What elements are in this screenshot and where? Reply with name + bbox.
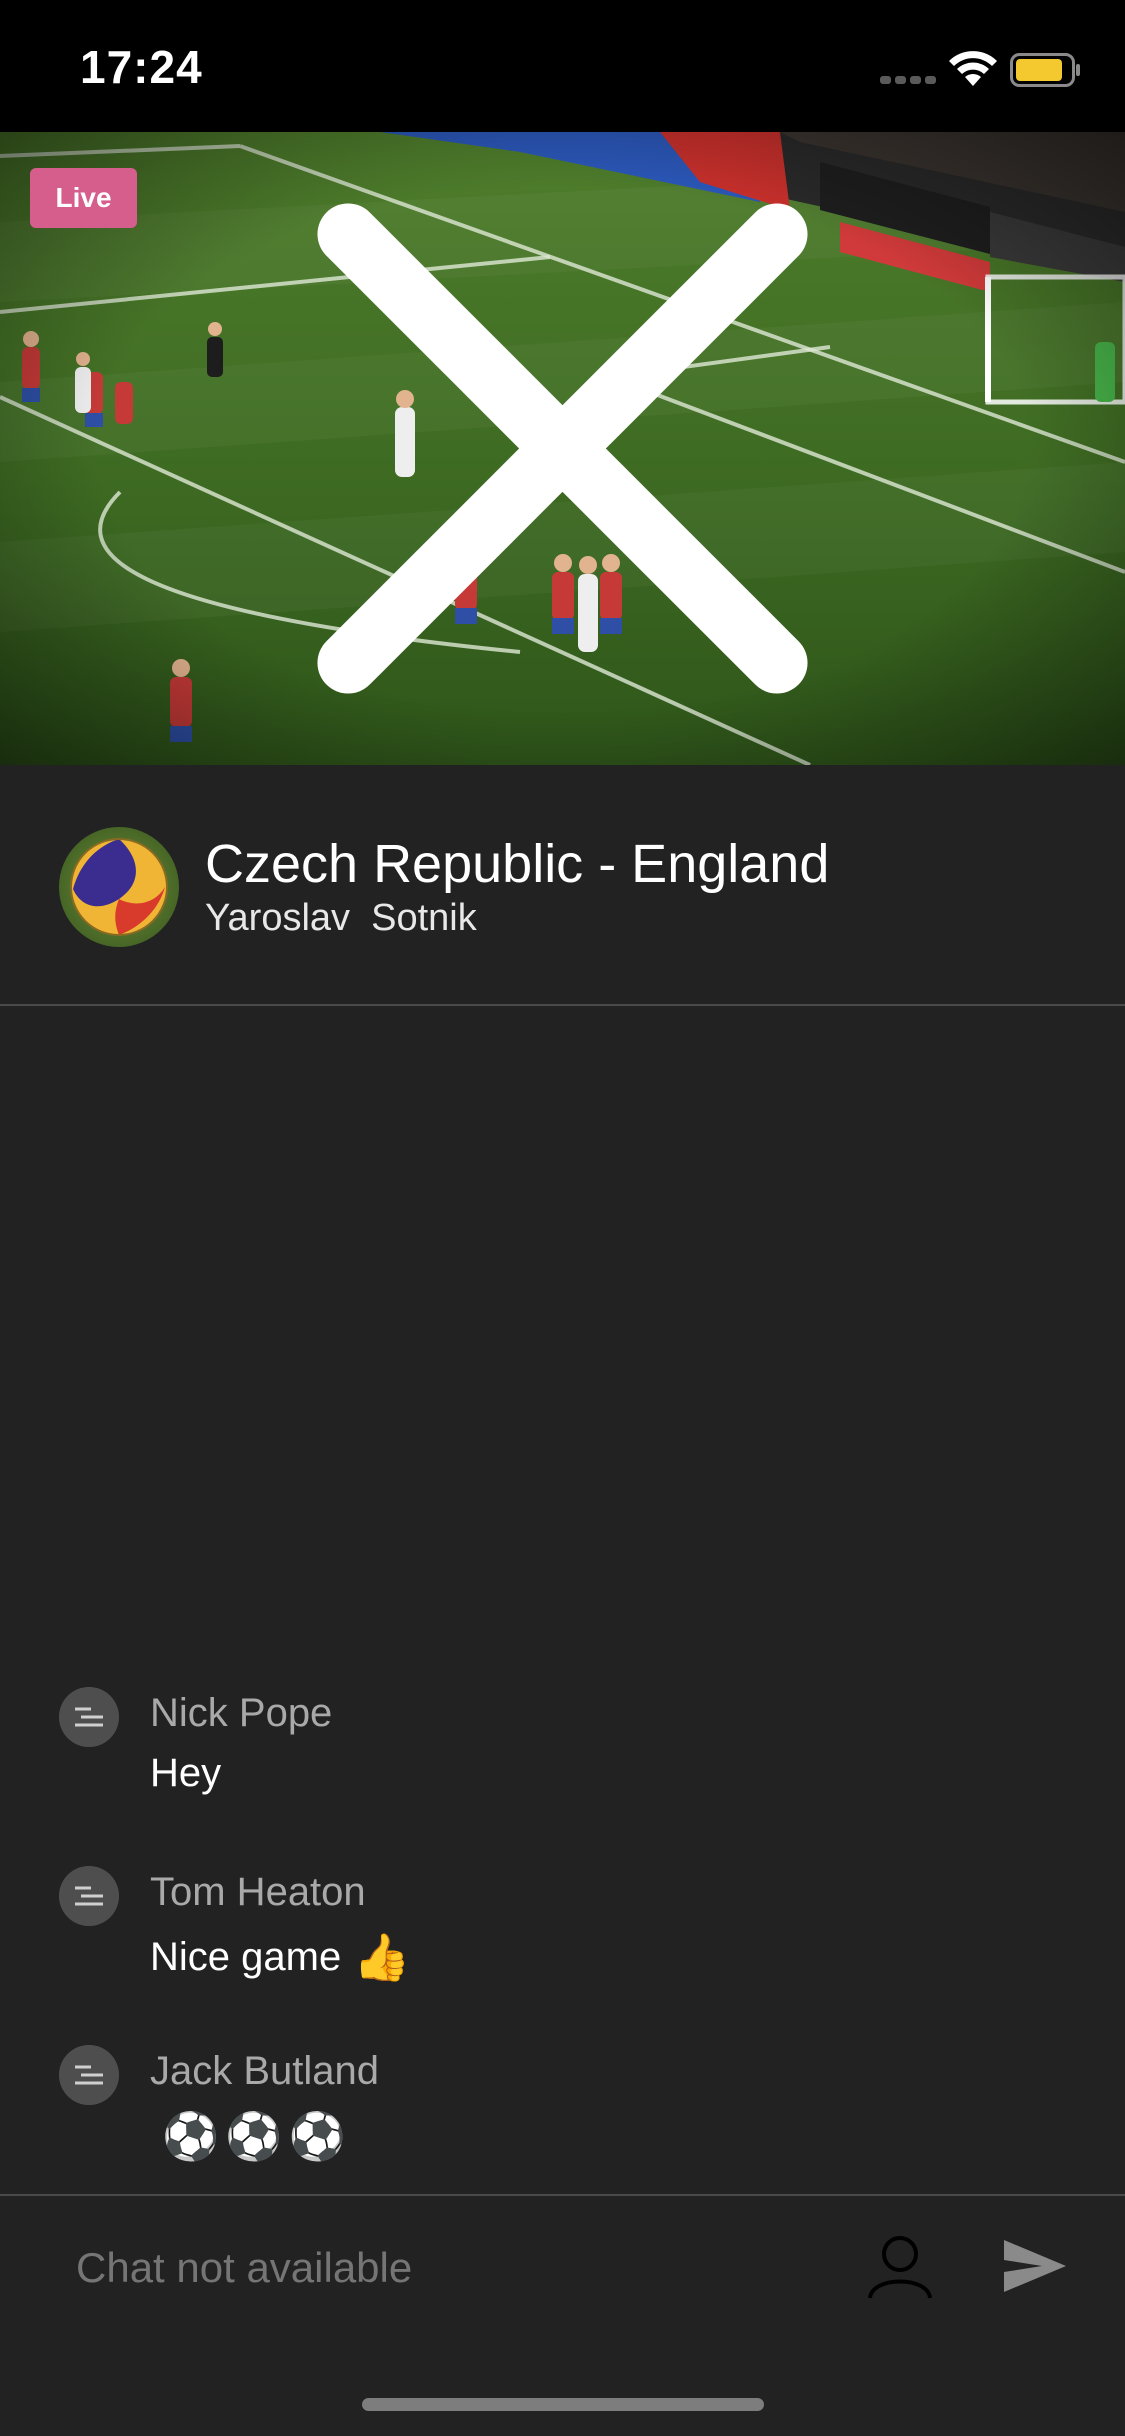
battery-icon [1010,53,1080,87]
message-author: Tom Heaton [150,1870,366,1914]
user-avatar-icon [59,1687,119,1747]
chat-message: Tom Heaton Nice game 👍 [0,1866,1125,2026]
message-author: Nick Pope [150,1691,333,1735]
video-player[interactable]: Live [0,132,1125,765]
wifi-icon [949,51,997,86]
user-avatar-icon [59,1866,119,1926]
chat-input[interactable] [76,2244,776,2292]
message-text: ⚽⚽⚽ [150,2109,352,2164]
message-body: Nice game [150,1935,342,1979]
chat-message: Nick Pope Hey [0,1687,1125,1847]
message-text: Nice game 👍 [150,1930,410,1985]
message-body: Hey [150,1751,222,1795]
close-icon[interactable] [0,132,1125,765]
stream-info-header: Czech Republic - England Yaroslav Sotnik [0,765,1125,1005]
stream-author: Yaroslav Sotnik [205,897,477,939]
person-icon[interactable] [866,2232,934,2300]
status-time: 17:24 [80,41,203,93]
user-avatar-icon [59,2045,119,2105]
send-icon[interactable] [1002,2238,1068,2294]
soccer-ball-emoji: ⚽⚽⚽ [162,2110,352,2162]
status-bar: 17:24 [0,0,1125,132]
chat-message: Jack Butland ⚽⚽⚽ [0,2045,1125,2205]
message-text: Hey [150,1751,221,1796]
message-author: Jack Butland [150,2049,380,2093]
cellular-signal-icon [880,76,936,84]
stream-title: Czech Republic - England [205,834,830,894]
home-indicator [362,2398,764,2411]
divider [0,2194,1125,2196]
chat-message-list[interactable]: Nick Pope Hey Tom Heaton Nice game 👍 Jac… [0,1006,1125,2194]
thumbs-up-emoji: 👍 [353,1931,411,1983]
soccer-ball-icon [59,827,179,947]
stream-avatar [59,827,179,947]
